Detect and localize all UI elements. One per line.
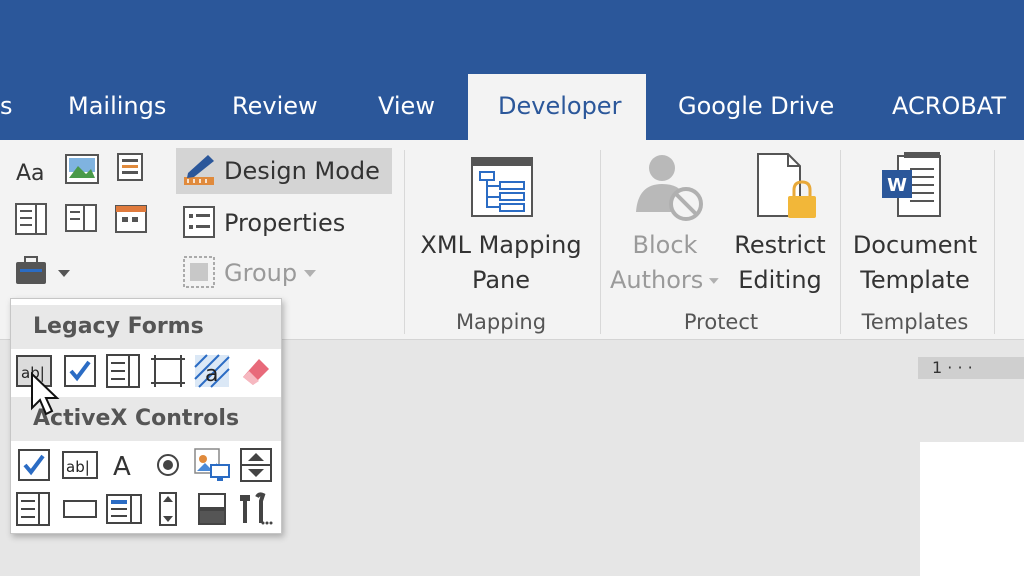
legacy-forms-header: Legacy Forms	[11, 305, 281, 349]
document-template-button[interactable]: Document Template	[848, 228, 982, 298]
activex-scroll-bar-icon[interactable]	[149, 491, 187, 527]
document-template-icon[interactable]: W	[880, 152, 944, 224]
xml-mapping-pane-icon[interactable]	[470, 156, 534, 218]
legacy-reset-form-fields-icon[interactable]	[237, 353, 275, 389]
group-label: Group	[224, 259, 298, 287]
tab-review[interactable]: Review	[232, 74, 318, 140]
tab-view[interactable]: View	[378, 74, 435, 140]
rich-text-control-icon[interactable]: Aa	[14, 154, 50, 188]
design-mode-label: Design Mode	[224, 157, 380, 185]
block-authors-line1: Block	[632, 231, 698, 259]
activex-combo-box-icon[interactable]	[15, 491, 53, 527]
tab-google-drive[interactable]: Google Drive	[678, 74, 834, 140]
group-icon	[183, 256, 215, 288]
activex-list-box-icon[interactable]	[105, 491, 143, 527]
group-separator	[600, 150, 601, 334]
properties-label: Properties	[224, 209, 346, 237]
activex-check-box-icon[interactable]	[15, 447, 53, 483]
activex-text-box-icon-label: ab|	[66, 458, 90, 476]
tab-partial[interactable]: s	[0, 74, 13, 140]
block-authors-icon[interactable]	[632, 152, 706, 222]
group-button[interactable]: Group	[182, 250, 317, 296]
activex-option-button-icon[interactable]	[149, 447, 187, 483]
mapping-group-label: Mapping	[455, 310, 547, 334]
activex-spin-button-icon[interactable]	[237, 447, 275, 483]
activex-command-button-icon[interactable]	[61, 491, 99, 527]
xml-mapping-line1: XML Mapping	[420, 231, 582, 259]
restrict-editing-line2: Editing	[738, 266, 822, 294]
restrict-editing-icon[interactable]	[754, 152, 818, 224]
date-picker-control-icon[interactable]	[114, 202, 150, 236]
picture-control-icon[interactable]	[64, 152, 100, 186]
protect-group-label: Protect	[683, 310, 759, 334]
document-template-line1: Document	[852, 231, 978, 259]
legacy-drop-down-icon[interactable]	[105, 353, 143, 389]
legacy-tools-icon[interactable]	[14, 254, 74, 288]
group-separator	[840, 150, 841, 334]
horizontal-ruler[interactable]: 1 · · ·	[918, 357, 1024, 379]
legacy-check-box-icon[interactable]	[61, 353, 99, 389]
xml-mapping-line2: Pane	[471, 266, 531, 294]
block-authors-dropdown-arrow-icon	[709, 278, 720, 284]
activex-label-icon[interactable]: A	[105, 447, 143, 483]
activex-toggle-button-icon[interactable]	[193, 491, 231, 527]
svg-text:W: W	[887, 175, 907, 196]
tab-developer[interactable]: Developer	[468, 74, 646, 140]
more-controls-icon[interactable]	[237, 491, 275, 527]
svg-text:A: A	[113, 452, 131, 482]
group-separator	[994, 150, 995, 334]
tab-acrobat[interactable]: ACROBAT	[892, 74, 1006, 140]
block-authors-line2: Authors	[610, 266, 704, 294]
block-authors-button[interactable]: Block Authors	[610, 228, 720, 298]
drop-down-list-control-icon[interactable]	[64, 202, 100, 236]
design-mode-button[interactable]: Design Mode	[176, 148, 392, 194]
combo-box-control-icon[interactable]	[14, 202, 50, 236]
activex-image-icon[interactable]	[193, 447, 231, 483]
properties-icon	[183, 206, 215, 238]
group-separator	[404, 150, 405, 334]
group-dropdown-arrow-icon	[304, 270, 317, 277]
mouse-cursor-icon	[31, 372, 60, 416]
properties-button[interactable]: Properties	[182, 200, 345, 246]
legacy-form-field-shading-icon[interactable]: a	[193, 353, 231, 389]
restrict-editing-line1: Restrict	[734, 231, 826, 259]
svg-text:a: a	[205, 362, 218, 387]
document-page[interactable]	[920, 442, 1024, 576]
xml-mapping-pane-button[interactable]: XML Mapping Pane	[416, 228, 586, 298]
restrict-editing-button[interactable]: Restrict Editing	[728, 228, 832, 298]
design-mode-icon	[184, 155, 214, 185]
svg-text:Aa: Aa	[16, 161, 45, 186]
document-template-line2: Template	[860, 266, 970, 294]
building-block-control-icon[interactable]	[114, 152, 150, 186]
activex-text-box-icon[interactable]: ab|	[61, 447, 99, 483]
tab-mailings[interactable]: Mailings	[68, 74, 166, 140]
templates-group-label: Templates	[861, 310, 969, 334]
legacy-frame-icon[interactable]	[149, 353, 187, 389]
